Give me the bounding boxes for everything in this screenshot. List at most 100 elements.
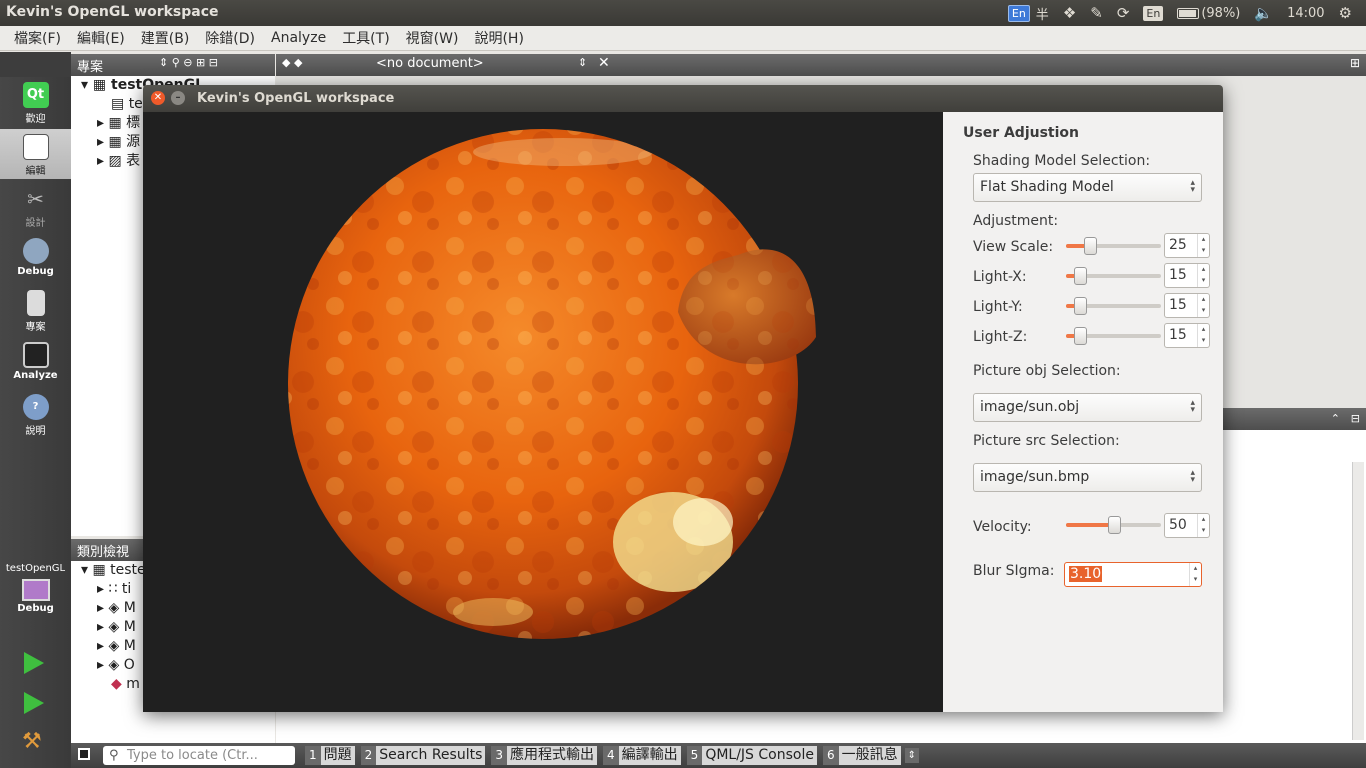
opengl-window: ✕ – Kevin's OpenGL workspace User Adjust… — [143, 85, 1223, 712]
tree-item-label: 表 — [126, 153, 141, 169]
output-tab-search-results[interactable]: 2 Search Results — [360, 746, 486, 765]
light-z-slider[interactable] — [1066, 327, 1161, 345]
spin-arrows-icon[interactable]: ▴ ▾ — [1197, 264, 1209, 287]
menu-edit[interactable]: 編輯(E) — [77, 28, 125, 48]
volume-muted-icon[interactable]: 🔈 — [1254, 4, 1273, 22]
mode-welcome[interactable]: Qt 歡迎 — [0, 77, 71, 127]
half-width-indicator[interactable]: 半 — [1036, 4, 1049, 23]
shading-model-select[interactable]: Flat Shading Model ▴ ▾ — [973, 173, 1202, 202]
light-y-slider[interactable] — [1066, 297, 1161, 315]
menu-build[interactable]: 建置(B) — [141, 28, 190, 48]
slider-handle[interactable] — [1108, 516, 1121, 534]
src-select[interactable]: image/sun.bmp ▴ ▾ — [973, 463, 1202, 492]
view-scale-slider[interactable] — [1066, 237, 1161, 255]
menu-window[interactable]: 視窗(W) — [406, 28, 459, 48]
slider-handle[interactable] — [1074, 267, 1087, 285]
projects-icon — [26, 290, 45, 316]
slider-handle[interactable] — [1074, 297, 1087, 315]
toggle-sidebar-icon[interactable] — [78, 748, 90, 760]
light-z-spinbox[interactable]: 15 ▴ ▾ — [1164, 323, 1210, 348]
input-method-indicator[interactable]: En — [1007, 4, 1030, 22]
output-tab-application-output[interactable]: 3 應用程式輸出 — [491, 746, 598, 765]
adjustment-panel: User Adjustion Shading Model Selection: … — [943, 112, 1223, 712]
maximize-icon[interactable]: ⊟ — [1351, 412, 1360, 425]
output-tab-general-messages[interactable]: 6 一般訊息 — [822, 746, 901, 765]
mode-label: 編輯 — [25, 166, 46, 177]
obj-select[interactable]: image/sun.obj ▴ ▾ — [973, 393, 1202, 422]
blur-sigma-spinbox[interactable]: 3.10 ▴ ▾ — [1064, 562, 1202, 587]
mode-label: 歡迎 — [25, 114, 46, 125]
nav-back-forward-icon[interactable]: ◆ ◆ — [282, 56, 302, 69]
output-tab-compile-output[interactable]: 4 編譯輸出 — [603, 746, 681, 765]
debug-run-icon[interactable] — [24, 692, 44, 714]
output-tab-qml-console[interactable]: 5 QML/JS Console — [686, 746, 817, 765]
light-x-slider[interactable] — [1066, 267, 1161, 285]
gear-icon[interactable]: ⚙ — [1339, 4, 1352, 22]
spin-arrows-icon[interactable]: ▴ ▾ — [1197, 514, 1209, 537]
velocity-slider[interactable] — [1066, 516, 1161, 534]
menu-file[interactable]: 檔案(F) — [14, 28, 61, 48]
mode-projects[interactable]: 專案 — [0, 285, 71, 335]
network-icon[interactable]: ⟳ — [1117, 4, 1130, 22]
keyboard-tool-icon[interactable]: ✎ — [1090, 4, 1103, 22]
document-selector[interactable]: <no document> — [376, 56, 484, 71]
tree-item-label: teste — [110, 562, 146, 578]
mode-design[interactable]: ✂ 設計 — [0, 181, 71, 231]
light-y-spinbox[interactable]: 15 ▴ ▾ — [1164, 293, 1210, 318]
panel-controls-icon[interactable]: ⇕ ⚲ ⊖ ⊞ ⊟ — [159, 56, 218, 69]
chevron-updown-icon: ▴ ▾ — [1190, 178, 1195, 195]
velocity-label: Velocity: — [973, 519, 1032, 535]
kit-selector[interactable]: testOpenGL Debug — [0, 563, 71, 614]
tab-number: 2 — [360, 746, 377, 765]
status-bar: ⚲ Type to locate (Ctr... 1 問題 2 Search Res… — [71, 743, 1366, 768]
close-icon[interactable]: ✕ — [151, 91, 165, 105]
monitor-icon — [21, 579, 50, 601]
window-title: Kevin's OpenGL workspace — [197, 91, 395, 106]
mode-help[interactable]: ? 說明 — [0, 389, 71, 439]
shading-model-value: Flat Shading Model — [980, 179, 1114, 195]
mode-debug[interactable]: Debug — [0, 233, 71, 283]
light-x-spinbox[interactable]: 15 ▴ ▾ — [1164, 263, 1210, 288]
mode-analyze[interactable]: Analyze — [0, 337, 71, 387]
spin-arrows-icon[interactable]: ▴ ▾ — [1197, 234, 1209, 257]
slider-handle[interactable] — [1074, 327, 1087, 345]
menu-tools[interactable]: 工具(T) — [342, 28, 389, 48]
output-tab-issues[interactable]: 1 問題 — [305, 746, 355, 765]
tree-item-label: M — [123, 619, 136, 635]
view-scale-spinbox[interactable]: 25 ▴ ▾ — [1164, 233, 1210, 258]
tree-item-label: O — [123, 657, 135, 673]
minimize-icon[interactable]: – — [171, 91, 185, 105]
mode-edit[interactable]: 編輯 — [0, 129, 71, 179]
split-icon[interactable]: ⊞ — [1350, 56, 1360, 70]
dropbox-icon[interactable]: ❖ — [1063, 4, 1076, 22]
tab-number: 5 — [686, 746, 703, 765]
tab-label: 問題 — [320, 746, 355, 765]
velocity-spinbox[interactable]: 50 ▴ ▾ — [1164, 513, 1210, 538]
menu-debug[interactable]: 除錯(D) — [205, 28, 255, 48]
locator-input[interactable]: ⚲ Type to locate (Ctr... — [103, 746, 295, 765]
battery-indicator[interactable]: (98%) — [1177, 6, 1240, 21]
keyboard-layout-indicator[interactable]: En — [1143, 5, 1164, 21]
collapse-icon[interactable]: ⌃ — [1331, 412, 1340, 425]
close-document-icon[interactable]: ✕ — [598, 55, 610, 71]
menu-analyze[interactable]: Analyze — [271, 30, 326, 46]
clock[interactable]: 14:00 — [1287, 6, 1324, 21]
run-icon[interactable] — [24, 652, 44, 674]
spinbox-value: 3.10 — [1069, 566, 1103, 582]
window-titlebar[interactable]: ✕ – Kevin's OpenGL workspace — [143, 85, 1223, 112]
more-tabs-icon[interactable]: ⇕ — [904, 748, 920, 763]
projects-panel-header: 專案 ⇕ ⚲ ⊖ ⊞ ⊟ — [71, 54, 275, 76]
slider-handle[interactable] — [1084, 237, 1097, 255]
spin-arrows-icon[interactable]: ▴ ▾ — [1197, 324, 1209, 347]
spin-arrows-icon[interactable]: ▴ ▾ — [1197, 294, 1209, 317]
spinbox-value: 15 — [1169, 267, 1187, 283]
kit-project-name: testOpenGL — [5, 563, 66, 574]
spinbox-value: 15 — [1169, 327, 1187, 343]
menu-help[interactable]: 說明(H) — [474, 28, 523, 48]
output-scrollbar[interactable] — [1352, 462, 1364, 740]
build-hammer-icon[interactable]: ⚒ — [22, 729, 42, 754]
gl-canvas[interactable] — [143, 112, 943, 712]
spin-arrows-icon[interactable]: ▴ ▾ — [1189, 563, 1201, 586]
tree-item-label: te — [128, 96, 143, 112]
document-dropdown-icon[interactable]: ⇕ — [578, 56, 587, 69]
